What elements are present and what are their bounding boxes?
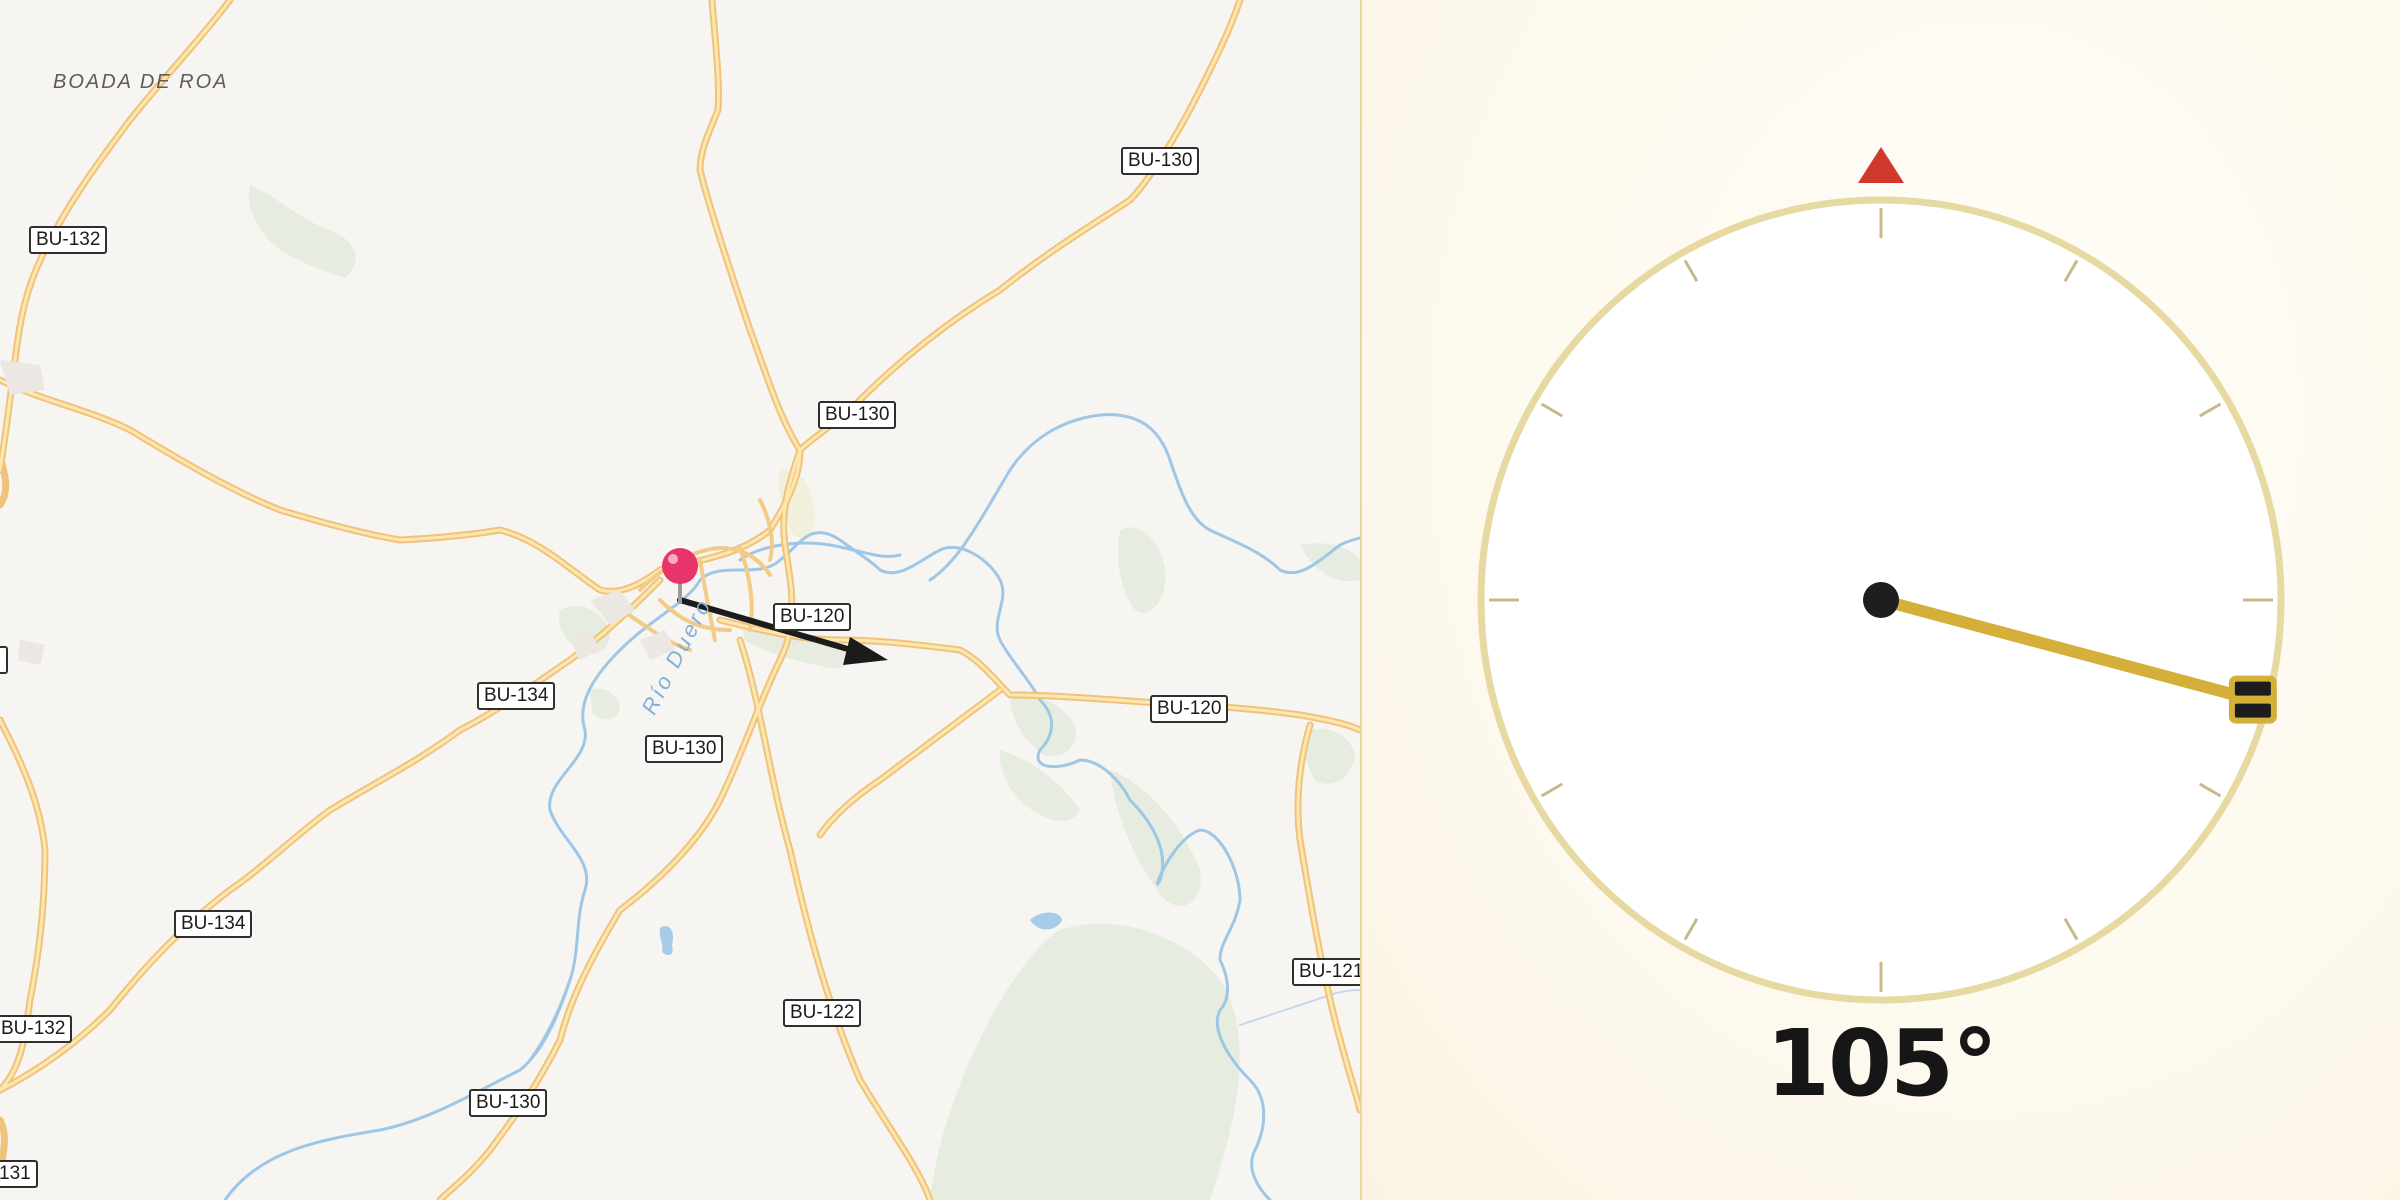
vegetation-areas xyxy=(249,185,1360,1200)
road-shield-bu-130: BU-130 xyxy=(645,735,724,763)
map-view[interactable]: BOADA DE ROA Río Duero BU-130 BU-132 BU-… xyxy=(0,0,1360,1200)
road-shield-bu-121: BU-121 xyxy=(1292,958,1360,986)
road-shield-bu-130: BU-130 xyxy=(469,1089,548,1117)
road-shield-bu-122: BU-122 xyxy=(783,999,862,1027)
road-shield-bu-134: BU-134 xyxy=(477,682,556,710)
road-shield-bu-120: BU-120 xyxy=(1150,695,1229,723)
heading-readout: 105° xyxy=(1765,1010,1998,1117)
road-shield-partial xyxy=(0,646,8,674)
road-shield-bu-132: BU-132 xyxy=(0,1015,73,1043)
north-marker-icon xyxy=(1858,147,1904,183)
map-canvas[interactable] xyxy=(0,0,1360,1200)
compass-panel: 105° xyxy=(1362,0,2400,1200)
road-shield-bu-134: BU-134 xyxy=(174,910,253,938)
road-shield-bu-130: BU-130 xyxy=(1121,147,1200,175)
ponds xyxy=(659,912,1062,956)
road-shield-bu-132: BU-132 xyxy=(29,226,108,254)
road-shield-bu-130: BU-130 xyxy=(818,401,897,429)
place-label-boada-de-roa: BOADA DE ROA xyxy=(53,71,229,93)
road-shield-131: 131 xyxy=(0,1160,38,1188)
needle-pivot xyxy=(1863,582,1899,618)
road-shield-bu-120: BU-120 xyxy=(773,603,852,631)
needle-handle-icon[interactable] xyxy=(2228,675,2277,724)
